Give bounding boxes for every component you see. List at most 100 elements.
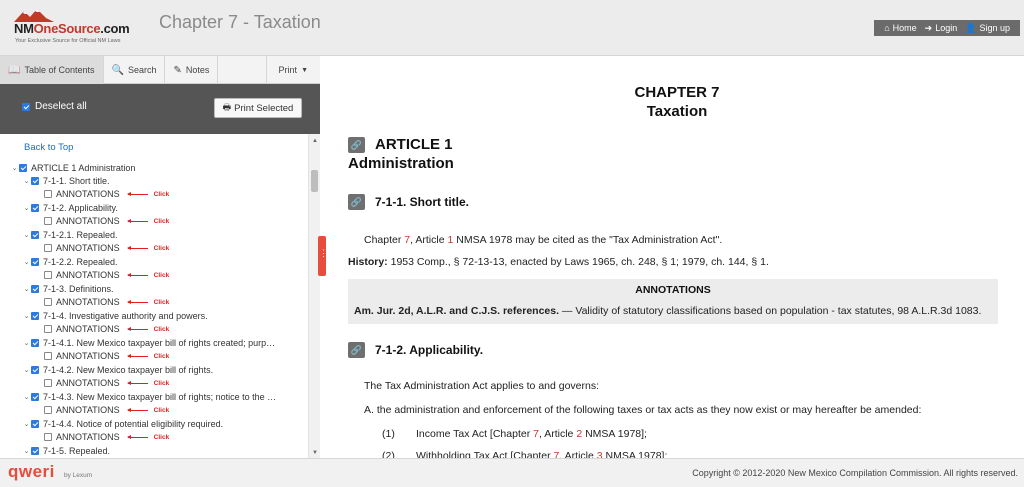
toc-annotations-label[interactable]: ANNOTATIONS [56, 351, 120, 361]
toc-section-label[interactable]: 7-1-2.1. Repealed. [43, 230, 118, 240]
home-link[interactable]: ⌂ Home [884, 23, 916, 33]
toc-checkbox[interactable] [19, 163, 27, 172]
toc-checkbox[interactable] [44, 406, 52, 414]
toc-checkbox[interactable] [31, 284, 39, 293]
toc-annotations-label[interactable]: ANNOTATIONS [56, 216, 120, 226]
toc-checkbox[interactable] [44, 271, 52, 279]
toc-checkbox[interactable] [44, 298, 52, 306]
qweri-logo[interactable]: qweri [8, 462, 55, 482]
toc-section-row[interactable]: ⌄ 7-1-4.3. New Mexico taxpayer bill of ri… [22, 390, 277, 403]
toc-section-row[interactable]: ⌄ 7-1-3. Definitions. [22, 282, 114, 295]
toc-checkbox[interactable] [31, 419, 39, 428]
toc-annotations-row[interactable]: ANNOTATIONS Click [44, 269, 169, 282]
toc-annotations-row[interactable]: ANNOTATIONS Click [44, 296, 169, 309]
toc-annotations-row[interactable]: ANNOTATIONS Click [44, 377, 169, 390]
toc-section-label[interactable]: 7-1-4.2. New Mexico taxpayer bill of rig… [43, 365, 213, 375]
toc-article-row[interactable]: ⌄ ARTICLE 1 Administration [10, 161, 136, 174]
scroll-down-arrow-icon[interactable]: ▼ [310, 450, 320, 456]
link-icon[interactable]: 🔗 [348, 194, 365, 210]
toc-checkbox[interactable] [31, 257, 39, 266]
toc-section-row[interactable]: ⌄ 7-1-4.4. Notice of potential eligibilit… [22, 417, 224, 430]
site-logo[interactable]: NMOneSource.com Your Exclusive Source fo… [8, 6, 148, 50]
chevron-down-icon[interactable]: ⌄ [22, 339, 31, 347]
toc-section-label[interactable]: 7-1-3. Definitions. [43, 284, 114, 294]
print-dropdown[interactable]: Print ▼ [265, 56, 320, 84]
toc-checkbox[interactable] [31, 203, 39, 212]
toc-section-row[interactable]: ⌄ 7-1-5. Repealed. [22, 444, 110, 457]
toc-scrollbar[interactable]: ▲ ▼ [308, 134, 320, 458]
back-to-top-link[interactable]: Back to Top [24, 142, 73, 153]
tab-search[interactable]: 🔍 Search [104, 56, 166, 84]
toc-section-row[interactable]: ⌄ 7-1-2.1. Repealed. [22, 228, 118, 241]
signup-link[interactable]: 👤 Sign up [965, 23, 1010, 34]
chevron-down-icon[interactable]: ⌄ [22, 393, 31, 401]
login-link[interactable]: ➔ Login [925, 23, 958, 34]
link-icon[interactable]: 🔗 [348, 136, 365, 153]
toc-section-row[interactable]: ⌄ 7-1-2. Applicability. [22, 201, 118, 214]
toc-checkbox[interactable] [31, 311, 39, 320]
link-icon[interactable]: 🔗 [348, 342, 365, 358]
scroll-up-arrow-icon[interactable]: ▲ [310, 138, 320, 144]
toc-annotations-label[interactable]: ANNOTATIONS [56, 324, 120, 334]
toc-annotations-label[interactable]: ANNOTATIONS [56, 297, 120, 307]
toc-section-label[interactable]: 7-1-4.1. New Mexico taxpayer bill of rig… [43, 338, 275, 348]
toc-checkbox[interactable] [31, 338, 39, 347]
toc-section-row[interactable]: ⌄ 7-1-2.2. Repealed. [22, 255, 118, 268]
scroll-thumb[interactable] [311, 170, 318, 192]
deselect-all-checkbox[interactable] [22, 102, 30, 111]
toc-annotations-label[interactable]: ANNOTATIONS [56, 189, 120, 199]
toc-annotations-row[interactable]: ANNOTATIONS Click [44, 404, 169, 417]
toc-annotations-row[interactable]: ANNOTATIONS Click [44, 215, 169, 228]
toc-checkbox[interactable] [44, 433, 52, 441]
chevron-down-icon[interactable]: ⌄ [22, 366, 31, 374]
chevron-down-icon[interactable]: ⌄ [22, 420, 31, 428]
tab-table-of-contents[interactable]: 📖 Table of Contents [0, 56, 104, 84]
toc-section-label[interactable]: 7-1-2. Applicability. [43, 203, 118, 213]
tab-notes[interactable]: ✎ Notes [165, 56, 219, 84]
toc-annotations-label[interactable]: ANNOTATIONS [56, 405, 120, 415]
signup-label: Sign up [979, 23, 1010, 33]
chevron-down-icon[interactable]: ⌄ [22, 312, 31, 320]
chevron-down-icon[interactable]: ⌄ [10, 164, 19, 172]
toc-section-label[interactable]: 7-1-4.4. Notice of potential eligibility… [43, 419, 223, 429]
toc-section-label[interactable]: 7-1-4.3. New Mexico taxpayer bill of rig… [43, 392, 276, 402]
chevron-down-icon[interactable]: ⌄ [22, 204, 31, 212]
toc-article-label[interactable]: ARTICLE 1 Administration [31, 163, 135, 173]
toc-section-row[interactable]: ⌄ 7-1-4. Investigative authority and powe… [22, 309, 208, 322]
toc-annotations-label[interactable]: ANNOTATIONS [56, 270, 120, 280]
toc-annotations-row[interactable]: ANNOTATIONS Click [44, 431, 169, 444]
toc-checkbox[interactable] [31, 446, 39, 455]
toc-checkbox[interactable] [44, 244, 52, 252]
toc-section-label[interactable]: 7-1-4. Investigative authority and power… [43, 311, 208, 321]
chevron-down-icon[interactable]: ⌄ [22, 231, 31, 239]
toc-checkbox[interactable] [44, 190, 52, 198]
toc-annotations-row[interactable]: ANNOTATIONS Click [44, 188, 169, 201]
toc-checkbox[interactable] [44, 217, 52, 225]
toc-checkbox[interactable] [31, 392, 39, 401]
toc-section-label[interactable]: 7-1-2.2. Repealed. [43, 257, 118, 267]
toc-checkbox[interactable] [44, 379, 52, 387]
chevron-down-icon[interactable]: ⌄ [22, 258, 31, 266]
toc-checkbox[interactable] [44, 352, 52, 360]
toc-checkbox[interactable] [31, 365, 39, 374]
toc-checkbox[interactable] [31, 230, 39, 239]
toc-checkbox[interactable] [44, 325, 52, 333]
sidebar-resize-handle[interactable] [318, 236, 328, 276]
chevron-down-icon[interactable]: ⌄ [22, 285, 31, 293]
toc-annotations-row[interactable]: ANNOTATIONS Click [44, 323, 169, 336]
toc-checkbox[interactable] [31, 176, 39, 185]
toc-section-label[interactable]: 7-1-5. Repealed. [43, 446, 110, 456]
toc-section-row[interactable]: ⌄ 7-1-4.2. New Mexico taxpayer bill of ri… [22, 363, 214, 376]
toc-annotations-row[interactable]: ANNOTATIONS Click [44, 242, 169, 255]
toc-annotations-label[interactable]: ANNOTATIONS [56, 243, 120, 253]
toc-annotations-row[interactable]: ANNOTATIONS Click [44, 350, 169, 363]
deselect-all-toggle[interactable]: Deselect all [22, 101, 87, 112]
chevron-down-icon[interactable]: ⌄ [22, 177, 31, 185]
toc-annotations-label[interactable]: ANNOTATIONS [56, 432, 120, 442]
toc-annotations-label[interactable]: ANNOTATIONS [56, 378, 120, 388]
toc-section-row[interactable]: ⌄ 7-1-4.1. New Mexico taxpayer bill of ri… [22, 336, 276, 349]
chevron-down-icon[interactable]: ⌄ [22, 447, 31, 455]
toc-section-label[interactable]: 7-1-1. Short title. [43, 176, 110, 186]
print-selected-button[interactable]: 🖶 Print Selected [214, 98, 302, 118]
toc-section-row[interactable]: ⌄ 7-1-1. Short title. [22, 174, 110, 187]
